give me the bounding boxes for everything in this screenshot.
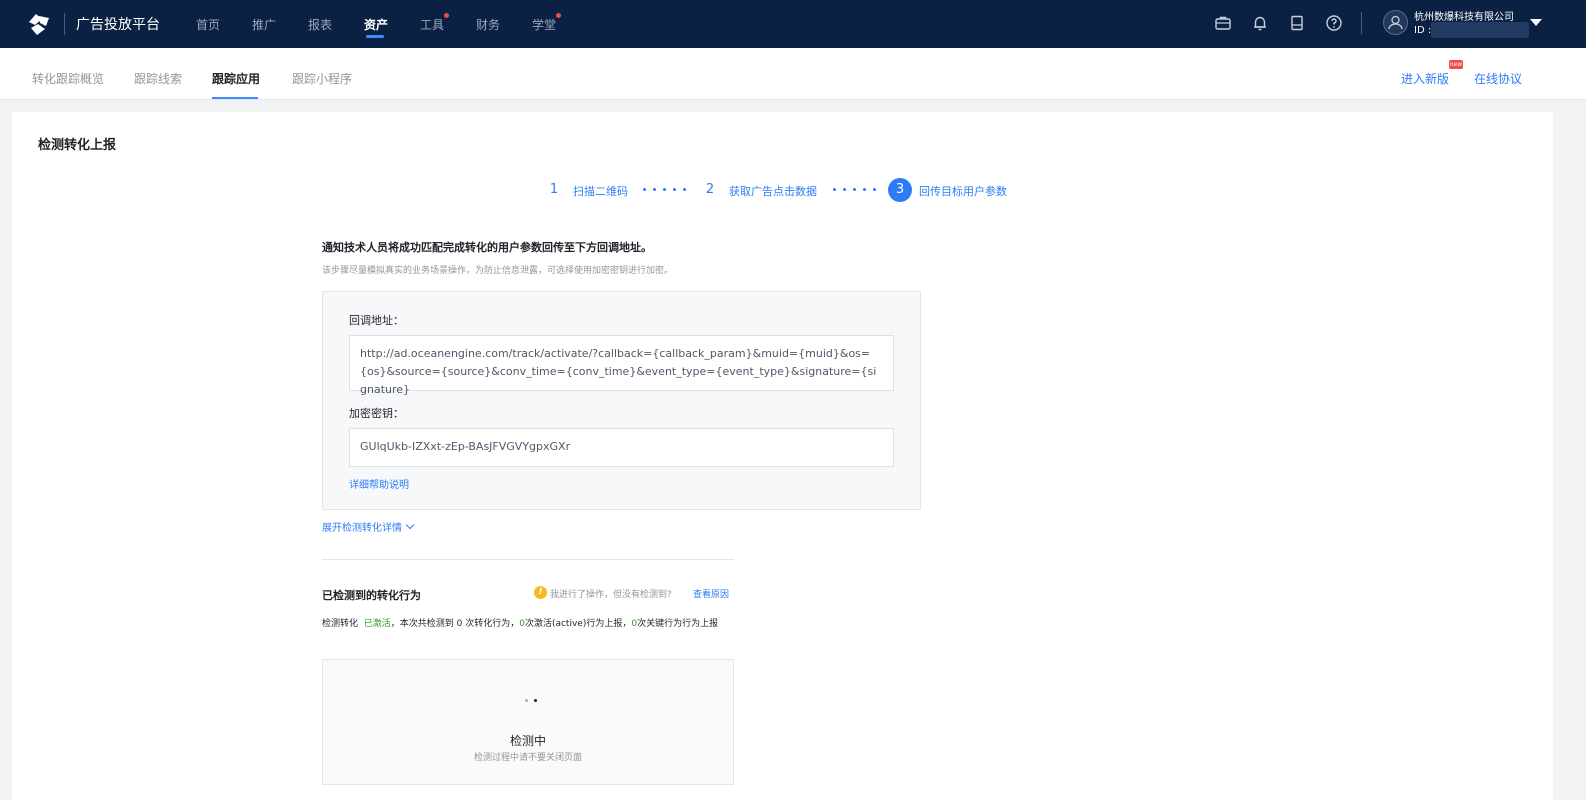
nav-reports[interactable]: 报表 (308, 16, 332, 33)
new-badge: new (1449, 60, 1463, 69)
user-icon (1388, 15, 1403, 30)
nav-assets[interactable]: 资产 (364, 16, 388, 33)
company-name[interactable]: 杭州数爆科技有限公司 (1414, 8, 1514, 23)
online-protocol-link[interactable]: 在线协议 (1474, 70, 1522, 87)
step-1-number: 1 (543, 179, 565, 201)
summary-mid: ，本次共检测到 0 次转化行为， (390, 619, 520, 629)
active-text: 次激活(active)行为上报， (524, 619, 632, 629)
notice-subtitle: 该步骤尽量模拟真实的业务场景操作，为防止信息泄露，可选择使用加密密钥进行加密。 (322, 266, 674, 276)
callback-url-label: 回调地址： (349, 314, 404, 327)
loading-spinner-icon (523, 698, 539, 704)
bell-icon[interactable] (1251, 14, 1269, 32)
callback-panel: 回调地址： http://ad.oceanengine.com/track/ac… (322, 291, 921, 510)
avatar[interactable] (1383, 10, 1408, 35)
account-id-masked (1431, 22, 1529, 38)
tab-track-leads[interactable]: 跟踪线索 (134, 70, 182, 87)
nav-promote[interactable]: 推广 (252, 16, 276, 33)
top-navigation-bar: 广告投放平台 首页 推广 报表 资产 工具 财务 学堂 杭州数爆科技有限公司 I… (0, 0, 1586, 48)
nav-academy[interactable]: 学堂 (532, 16, 556, 33)
help-icon[interactable] (1325, 14, 1343, 32)
warning-icon: ! (534, 586, 547, 599)
step-connector (643, 188, 686, 192)
briefcase-icon[interactable] (1214, 14, 1232, 32)
page-title: 检测转化上报 (38, 138, 117, 153)
step-1-label: 扫描二维码 (573, 185, 628, 198)
detecting-hint: 检测过程中请不要关闭页面 (473, 753, 582, 763)
toolbar-divider (1361, 12, 1362, 34)
detection-summary: 检测转化 已激活，本次共检测到 0 次转化行为，0次激活(active)行为上报… (322, 617, 734, 632)
nav-finance[interactable]: 财务 (476, 16, 500, 33)
secret-key-field[interactable]: GUlqUkb-IZXxt-zEp-BAsJFVGVYgpxGXr (349, 428, 894, 467)
detected-conversions-title: 已检测到的转化行为 (322, 589, 421, 602)
step-2-number: 2 (699, 179, 721, 201)
main-card: 检测转化上报 1 扫描二维码 2 获取广告点击数据 3 回传目标用户参数 通知技… (12, 112, 1553, 800)
chevron-down-icon (405, 520, 415, 530)
nav-home[interactable]: 首页 (196, 16, 220, 33)
help-docs-link[interactable]: 详细帮助说明 (349, 476, 409, 491)
enter-new-version-link[interactable]: 进入新版 (1401, 70, 1449, 87)
expand-details-link[interactable]: 展开检测转化详情 (322, 519, 415, 534)
tools-notification-dot (444, 13, 449, 18)
notice-title: 通知技术人员将成功匹配完成转化的用户参数回传至下方回调地址。 (322, 241, 652, 254)
step-2-label: 获取广告点击数据 (729, 185, 817, 198)
academy-notification-dot (556, 13, 561, 18)
tab-active-indicator (212, 97, 258, 99)
activation-status: 已激活 (363, 619, 391, 629)
section-divider (322, 559, 734, 560)
view-reason-link[interactable]: 查看原因 (693, 587, 729, 600)
tab-track-miniprogram[interactable]: 跟踪小程序 (292, 70, 352, 87)
tab-track-apps[interactable]: 跟踪应用 (212, 70, 260, 87)
summary-prefix: 检测转化 (322, 619, 359, 629)
account-id-label: ID : (1414, 25, 1432, 36)
tab-conversion-overview[interactable]: 转化跟踪概览 (32, 70, 104, 87)
key-text: 次关键行为行为上报 (637, 619, 719, 629)
brand-name[interactable]: 广告投放平台 (76, 14, 160, 34)
detection-status-box: 检测中 检测过程中请不要关闭页面 (322, 659, 734, 785)
detecting-status: 检测中 (509, 734, 546, 748)
secondary-tab-bar: 转化跟踪概览 跟踪线索 跟踪应用 跟踪小程序 进入新版 new 在线协议 (0, 48, 1586, 100)
nav-active-indicator (366, 35, 384, 38)
expand-details-label: 展开检测转化详情 (322, 523, 402, 534)
platform-logo-icon[interactable] (25, 10, 53, 38)
not-detected-hint: 我进行了操作，但没有检测到? (550, 590, 672, 600)
step-3-label: 回传目标用户参数 (919, 185, 1007, 198)
logo-divider (64, 13, 65, 35)
step-connector (833, 188, 876, 192)
secret-key-label: 加密密钥： (349, 407, 404, 420)
step-3-number: 3 (888, 178, 912, 202)
nav-tools[interactable]: 工具 (420, 16, 444, 33)
account-dropdown-icon[interactable] (1530, 19, 1542, 26)
callback-url-field[interactable]: http://ad.oceanengine.com/track/activate… (349, 335, 894, 396)
document-icon[interactable] (1288, 14, 1306, 32)
